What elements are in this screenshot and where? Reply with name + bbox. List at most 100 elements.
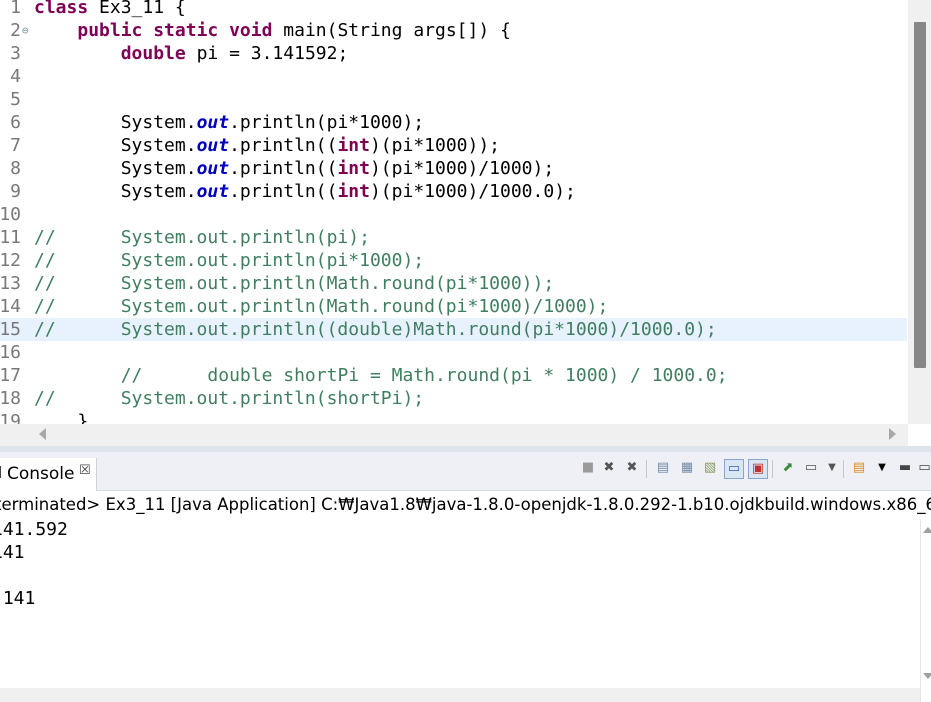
code-token: // System.out.println(shortPi); [34,388,425,409]
code-token: double [120,43,186,64]
code-token: int [337,181,370,202]
code-token: // System.out.println(Math.round(pi*1000… [34,296,609,317]
editor-scroll-thumb[interactable] [914,22,926,368]
code-token: // System.out.println(pi*1000); [34,250,425,271]
show-on-error-icon[interactable]: ▭ [724,459,744,479]
chevron-down-icon[interactable]: ▼ [823,459,841,477]
line-number: 1 [10,0,21,18]
code-token: // System.out.println(pi); [34,227,370,248]
code-token: System. [34,135,197,156]
code-line[interactable]: 14 // System.out.println(Math.round(pi*10… [0,295,907,318]
code-token: // System.out.println(Math.round(pi*1000… [34,273,555,294]
code-token: .println(( [229,158,338,179]
code-line[interactable]: 17 // double shortPi = Math.round(pi * 1… [0,364,907,387]
line-number: 15 [0,319,21,340]
fold-toggle-icon[interactable]: ⊖ [22,19,29,42]
line-number: 14 [0,296,21,317]
line-number: 2 [10,20,21,41]
code-line[interactable]: 11 // System.out.println(pi); [0,226,907,249]
code-text: // double shortPi = Math.round(pi * 1000… [34,364,728,387]
scroll-up-arrow-icon[interactable] [923,527,931,533]
scroll-lock-icon[interactable]: ▤ [654,459,672,477]
code-token: // double shortPi = Math.round(pi * 1000… [120,365,728,386]
terminate-icon[interactable]: ■ [579,459,597,477]
open-console-dropdown-icon[interactable]: ▼ [873,459,891,477]
line-number: 9 [10,181,21,202]
code-line[interactable]: 10 [0,203,907,226]
pin-console-icon[interactable]: ▣ [748,459,768,479]
line-number: 10 [0,204,21,225]
console-horizontal-scrollbar[interactable] [0,688,920,702]
code-line[interactable]: 2 ⊖ public static void main(String args[]… [0,19,907,42]
code-text: class Ex3_11 { [34,0,186,19]
code-line[interactable]: 18 // System.out.println(shortPi); [0,387,907,410]
scroll-down-arrow-icon[interactable] [923,673,931,679]
code-line[interactable]: 5 [0,88,907,111]
tab-close-icon[interactable]: ☒ [79,463,91,478]
code-text: System.out.println(pi*1000); [34,111,424,134]
editor-horizontal-scrollbar[interactable] [0,424,908,446]
tab-console-label: Console [7,464,75,484]
code-text: System.out.println((int)(pi*1000)); [34,134,500,157]
code-token: System. [34,112,197,133]
code-token: out [196,112,230,133]
code-line[interactable]: 6 System.out.println(pi*1000); [0,111,907,134]
display-dropdown-icon[interactable]: ▭ [802,459,820,477]
code-token: int [337,158,370,179]
remove-all-terminated-icon[interactable]: ✖ [623,459,641,477]
code-line[interactable]: 4 [0,65,907,88]
line-number: 5 [10,89,21,110]
remove-launch-icon[interactable]: ✖ [600,459,618,477]
code-line[interactable]: 1 class Ex3_11 { [0,0,907,19]
code-text: // System.out.println(pi*1000); [34,249,424,272]
code-token: public static void [77,20,273,41]
line-number: 16 [0,342,21,363]
code-line[interactable]: 19 } [0,410,907,424]
line-number: 11 [0,227,21,248]
minimize-icon[interactable]: ▬ [896,459,914,477]
code-token: Ex3_11 { [88,0,186,18]
code-line[interactable]: 9 System.out.println((int)(pi*1000)/1000… [0,180,907,203]
open-console-icon[interactable]: ▤ [850,459,868,477]
code-token: .println(( [229,135,338,156]
code-text: double pi = 3.141592; [34,42,349,65]
maximize-icon[interactable]: ▭ [918,459,931,477]
code-text: System.out.println((int)(pi*1000)/1000.0… [34,180,576,203]
code-line[interactable]: 15 // System.out.println((double)Math.rou… [0,318,907,341]
code-editor[interactable]: 1 class Ex3_11 {2 ⊖ public static void mai… [0,0,931,424]
scroll-left-arrow-icon[interactable] [39,428,46,440]
code-text: // System.out.println(Math.round(pi*1000… [34,272,554,295]
line-number: 3 [10,43,21,64]
word-wrap-icon[interactable]: ▦ [678,459,696,477]
code-line[interactable]: 13 // System.out.println(Math.round(pi*10… [0,272,907,295]
code-line[interactable]: 7 System.out.println((int)(pi*1000)); [0,134,907,157]
code-line[interactable]: 16 [0,341,907,364]
console-output-line: 141 [0,542,25,563]
code-token: main(String args[]) { [272,20,511,41]
line-number: 19 [0,411,21,424]
code-token: int [337,135,370,156]
code-text: public static void main(String args[]) { [34,19,511,42]
code-token: System. [34,158,197,179]
scroll-right-arrow-icon[interactable] [889,428,896,440]
show-on-output-icon[interactable]: ▧ [701,459,719,477]
display-selected-console-icon[interactable]: ⬈ [779,459,797,477]
code-text: System.out.println((int)(pi*1000)/1000); [34,157,555,180]
code-token: )(pi*1000)); [369,135,501,156]
console-status-line: terminated> Ex3_11 [Java Application] C:… [0,491,931,519]
code-token: )(pi*1000)/1000); [369,158,555,179]
code-token: System. [34,181,197,202]
code-line[interactable]: 3 double pi = 3.141592; [0,42,907,65]
code-token: .println(pi*1000); [229,112,425,133]
code-line[interactable]: 8 System.out.println((int)(pi*1000)/1000… [0,157,907,180]
code-token: class [34,0,89,18]
line-number: 4 [10,66,21,87]
code-line[interactable]: 12 // System.out.println(pi*1000); [0,249,907,272]
console-icon [0,466,4,478]
console-output-line: .141 [0,588,36,609]
line-number: 8 [10,158,21,179]
code-token: } [34,411,89,424]
code-token: out [196,135,230,156]
